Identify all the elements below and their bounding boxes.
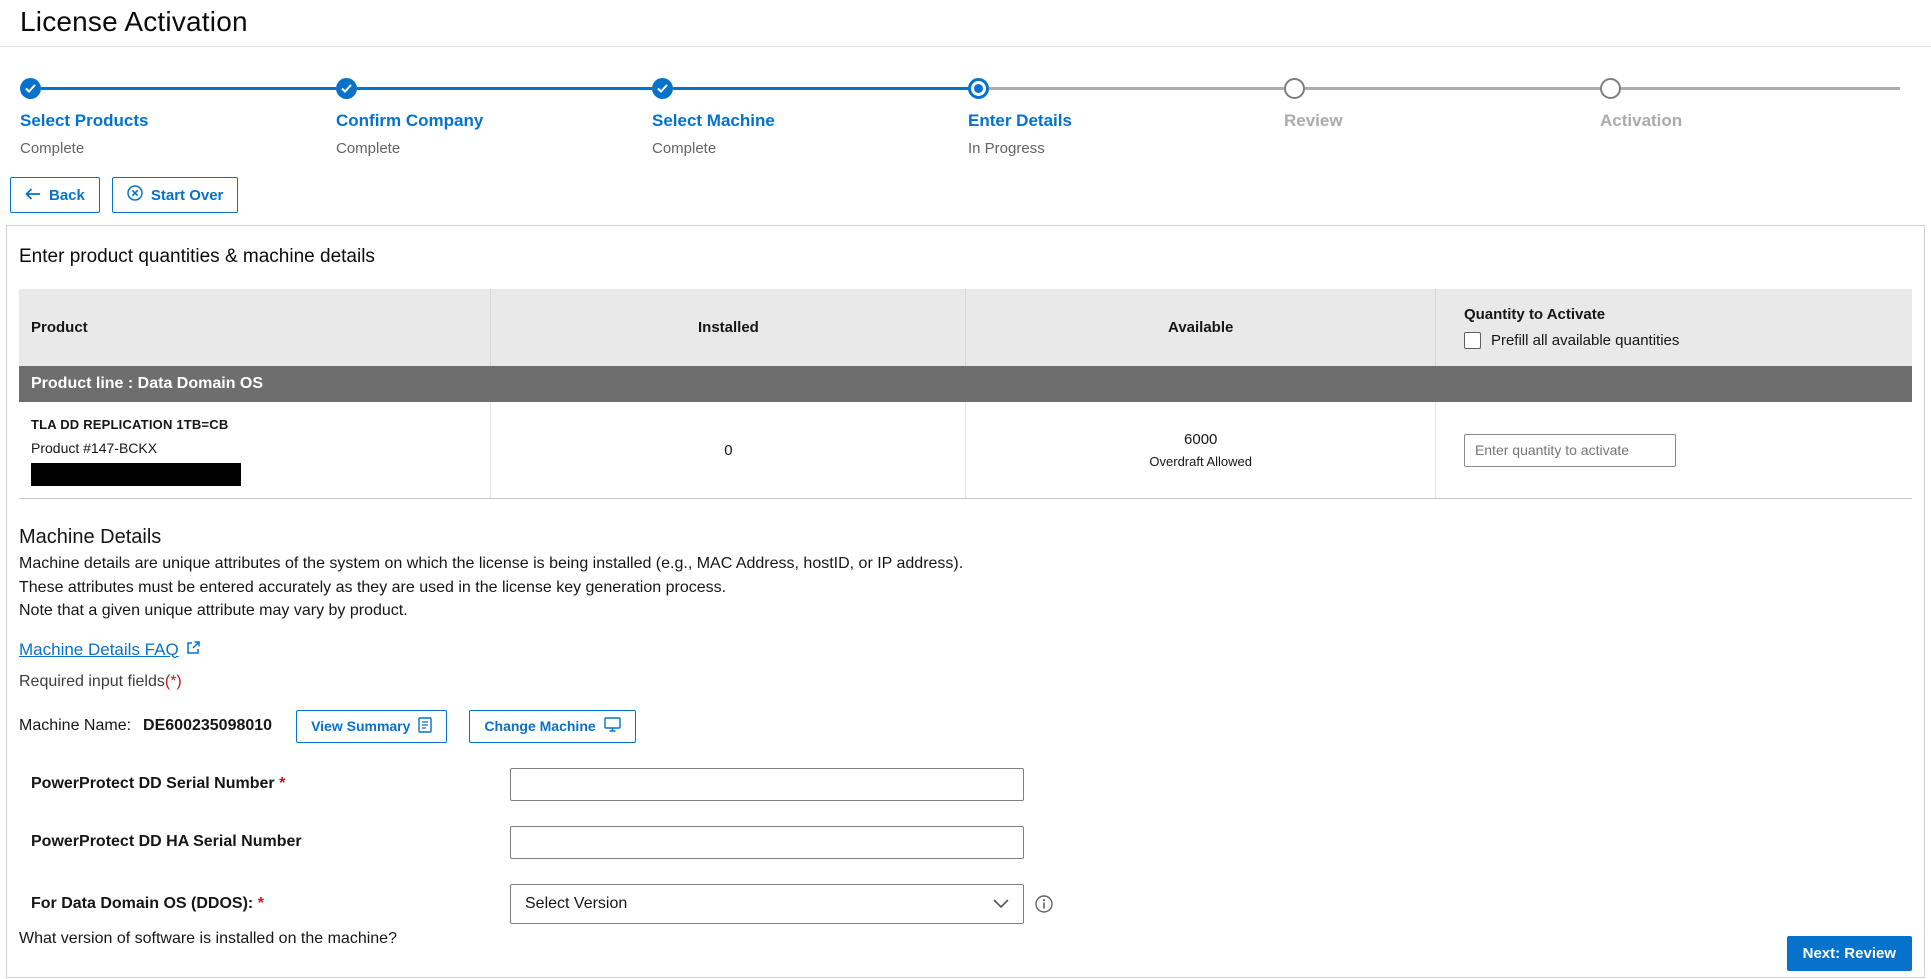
stepper: Select Products Complete Confirm Company… xyxy=(20,77,1931,157)
content-panel: Enter product quantities & machine detai… xyxy=(6,225,1925,978)
stepper-connector xyxy=(989,87,1284,90)
monitor-icon xyxy=(604,717,621,735)
redacted-text xyxy=(31,463,241,486)
machine-name-value: DE600235098010 xyxy=(143,717,272,735)
step-confirm-company[interactable]: Confirm Company Complete xyxy=(336,77,652,157)
start-over-button-label: Start Over xyxy=(151,187,224,204)
product-number: Product #147-BCKX xyxy=(31,440,157,456)
step-label: Enter Details xyxy=(968,111,1284,131)
next-review-button[interactable]: Next: Review xyxy=(1787,936,1912,971)
step-status xyxy=(1600,140,1900,157)
step-complete-icon xyxy=(652,78,673,99)
step-label: Activation xyxy=(1600,111,1900,131)
step-select-machine[interactable]: Select Machine Complete xyxy=(652,77,968,157)
dd-ha-serial-input[interactable] xyxy=(510,826,1024,859)
step-status: In Progress xyxy=(968,140,1284,157)
available-value: 6000 xyxy=(1184,431,1217,448)
quantity-cell xyxy=(1435,402,1912,498)
step-current-icon xyxy=(968,78,989,99)
product-line-group-row: Product line : Data Domain OS xyxy=(19,366,1912,402)
page-header: License Activation xyxy=(0,0,1931,47)
ddos-version-row: For Data Domain OS (DDOS): * Select Vers… xyxy=(19,884,1912,924)
dd-ha-serial-row: PowerProtect DD HA Serial Number xyxy=(19,826,1912,859)
ddos-version-label: For Data Domain OS (DDOS): * xyxy=(31,895,510,913)
wizard-toolbar: Back Start Over xyxy=(10,177,1931,213)
step-activation: Activation xyxy=(1600,77,1900,157)
stepper-connector xyxy=(673,87,968,90)
column-header-quantity: Quantity to Activate Prefill all availab… xyxy=(1435,289,1912,366)
stepper-connector xyxy=(357,87,652,90)
product-cell: TLA DD REPLICATION 1TB=CB Product #147-B… xyxy=(19,402,490,498)
info-icon[interactable] xyxy=(1035,895,1053,913)
table-row: TLA DD REPLICATION 1TB=CB Product #147-B… xyxy=(19,402,1912,499)
ddos-version-select[interactable]: Select Version xyxy=(510,884,1024,924)
quantity-input[interactable] xyxy=(1464,434,1676,467)
step-complete-icon xyxy=(336,78,357,99)
step-future-icon xyxy=(1284,78,1305,99)
start-over-button[interactable]: Start Over xyxy=(112,177,239,213)
column-header-installed: Installed xyxy=(490,289,965,366)
step-label: Confirm Company xyxy=(336,111,652,131)
product-table: Product Installed Available Quantity to … xyxy=(19,289,1912,499)
back-button[interactable]: Back xyxy=(10,177,100,213)
machine-details-title: Machine Details xyxy=(19,526,1912,549)
page-title: License Activation xyxy=(20,6,1931,38)
prefill-label: Prefill all available quantities xyxy=(1491,332,1679,349)
table-header-row: Product Installed Available Quantity to … xyxy=(19,289,1912,366)
step-label: Select Products xyxy=(20,111,336,131)
stepper-connector xyxy=(1621,87,1900,90)
column-header-product: Product xyxy=(19,289,490,366)
start-over-icon xyxy=(127,185,143,205)
machine-name-row: Machine Name: DE600235098010 View Summar… xyxy=(19,710,1912,743)
required-fields-note: Required input fields(*) xyxy=(19,673,1912,691)
prefill-checkbox[interactable] xyxy=(1464,332,1481,349)
stepper-connector xyxy=(1305,87,1600,90)
step-complete-icon xyxy=(20,78,41,99)
document-icon xyxy=(418,717,432,736)
section-title: Enter product quantities & machine detai… xyxy=(19,246,1912,268)
overdraft-note: Overdraft Allowed xyxy=(1149,454,1252,469)
change-machine-button[interactable]: Change Machine xyxy=(469,710,635,743)
product-name: TLA DD REPLICATION 1TB=CB xyxy=(31,417,228,432)
view-summary-button[interactable]: View Summary xyxy=(296,710,447,743)
dd-ha-serial-label: PowerProtect DD HA Serial Number xyxy=(31,833,510,851)
column-header-available: Available xyxy=(965,289,1434,366)
step-select-products[interactable]: Select Products Complete xyxy=(20,77,336,157)
stepper-connector xyxy=(41,87,336,90)
step-status xyxy=(1284,140,1600,157)
machine-details-description: Machine details are unique attributes of… xyxy=(19,552,1912,623)
step-label: Review xyxy=(1284,111,1600,131)
chevron-down-icon xyxy=(993,895,1009,913)
step-status: Complete xyxy=(20,140,336,157)
dd-serial-input[interactable] xyxy=(510,768,1024,801)
external-link-icon xyxy=(186,640,201,660)
step-review: Review xyxy=(1284,77,1600,157)
prefill-all-control[interactable]: Prefill all available quantities xyxy=(1464,332,1679,349)
dd-serial-row: PowerProtect DD Serial Number * xyxy=(19,768,1912,801)
step-future-icon xyxy=(1600,78,1621,99)
back-arrow-icon xyxy=(25,187,41,204)
step-label: Select Machine xyxy=(652,111,968,131)
back-button-label: Back xyxy=(49,187,85,204)
step-status: Complete xyxy=(336,140,652,157)
machine-details-faq-link[interactable]: Machine Details FAQ xyxy=(19,640,201,660)
step-enter-details[interactable]: Enter Details In Progress xyxy=(968,77,1284,157)
dd-serial-label: PowerProtect DD Serial Number * xyxy=(31,775,510,793)
installed-cell: 0 xyxy=(490,402,965,498)
machine-name-label: Machine Name: xyxy=(19,717,131,735)
select-value: Select Version xyxy=(525,895,627,913)
available-cell: 6000 Overdraft Allowed xyxy=(965,402,1434,498)
ddos-version-hint: What version of software is installed on… xyxy=(19,930,1912,948)
step-status: Complete xyxy=(652,140,968,157)
